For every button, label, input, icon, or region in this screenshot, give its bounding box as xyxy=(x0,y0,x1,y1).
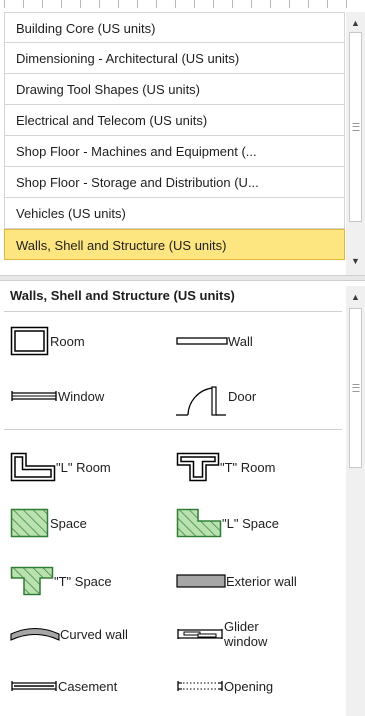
shape-label: Casement xyxy=(58,678,118,694)
shape-l-space[interactable]: "L" Space xyxy=(176,503,279,543)
stencil-item-electrical-telecom[interactable]: Electrical and Telecom (US units) xyxy=(4,105,345,136)
ruler-tick xyxy=(61,0,62,8)
wall-icon xyxy=(176,337,228,345)
horizontal-ruler xyxy=(0,0,365,12)
space-icon xyxy=(10,508,49,538)
casement-icon xyxy=(11,681,57,691)
shape-wall[interactable]: Wall xyxy=(176,321,253,361)
scroll-up-arrow-icon[interactable]: ▲ xyxy=(346,288,365,306)
l-space-icon xyxy=(176,508,222,538)
l-room-icon xyxy=(10,452,56,482)
shape-exterior-wall[interactable]: Exterior wall xyxy=(176,561,297,601)
shape-label: Room xyxy=(50,333,85,349)
shape-label: Glider window xyxy=(224,619,268,649)
stencil-item-walls-shell-structure[interactable]: Walls, Shell and Structure (US units) xyxy=(4,229,345,260)
shape-curved-wall[interactable]: Curved wall xyxy=(10,614,128,654)
shape-door[interactable]: Door xyxy=(172,371,256,421)
ruler-tick xyxy=(23,0,24,8)
door-icon xyxy=(176,386,226,416)
scrollbar-thumb[interactable] xyxy=(349,308,362,468)
shape-glider-window[interactable]: Glider window xyxy=(176,614,274,654)
ruler-tick xyxy=(4,0,5,8)
ruler-tick xyxy=(346,0,347,8)
stencil-item-shop-floor-machines[interactable]: Shop Floor - Machines and Equipment (... xyxy=(4,136,345,167)
stencil-item-shop-floor-storage[interactable]: Shop Floor - Storage and Distribution (U… xyxy=(4,167,345,198)
opening-icon xyxy=(177,681,223,691)
shape-l-room[interactable]: "L" Room xyxy=(10,447,111,487)
ruler-tick xyxy=(213,0,214,8)
ruler-tick xyxy=(289,0,290,8)
exterior-wall-icon xyxy=(176,574,226,588)
shape-opening[interactable]: Opening xyxy=(176,666,273,706)
shape-t-space[interactable]: "T" Space xyxy=(10,561,112,601)
scrollbar-thumb[interactable] xyxy=(349,32,362,222)
ruler-tick xyxy=(118,0,119,8)
shape-space[interactable]: Space xyxy=(10,503,87,543)
scroll-up-arrow-icon[interactable]: ▲ xyxy=(346,14,365,32)
t-space-icon xyxy=(10,566,54,596)
shape-label: "T" Space xyxy=(54,573,112,589)
stencil-item-dimensioning-architectural[interactable]: Dimensioning - Architectural (US units) xyxy=(4,43,345,74)
ruler-tick xyxy=(80,0,81,8)
grip-icon xyxy=(352,123,359,131)
shape-t-room[interactable]: "T" Room xyxy=(176,447,275,487)
ruler-tick xyxy=(42,0,43,8)
t-room-icon xyxy=(176,452,220,482)
ruler-tick xyxy=(251,0,252,8)
shape-label: "L" Space xyxy=(222,515,279,531)
shape-label: Window xyxy=(58,388,105,404)
shape-label: Door xyxy=(228,388,257,404)
stencil-list-scrollbar[interactable]: ▲ ▼ xyxy=(346,12,365,275)
shapes-panel: Walls, Shell and Structure (US units) Ro… xyxy=(0,281,346,716)
shape-label: Exterior wall xyxy=(226,573,297,589)
ruler-tick xyxy=(156,0,157,8)
ruler-tick xyxy=(99,0,100,8)
shape-window[interactable]: Window xyxy=(10,376,104,416)
grip-icon xyxy=(352,384,359,392)
window-icon xyxy=(11,391,57,401)
shape-label: Curved wall xyxy=(60,626,128,642)
shape-casement[interactable]: Casement xyxy=(10,666,117,706)
stencil-item-drawing-tool-shapes[interactable]: Drawing Tool Shapes (US units) xyxy=(4,74,345,105)
shape-room[interactable]: Room xyxy=(10,321,85,361)
shapes-panel-scrollbar[interactable]: ▲ xyxy=(346,286,365,716)
ruler-tick xyxy=(137,0,138,8)
stencil-list: Building Core (US units) Dimensioning - … xyxy=(4,12,345,260)
ruler-tick xyxy=(232,0,233,8)
shape-label: Opening xyxy=(224,678,274,694)
shape-label: "T" Room xyxy=(220,459,276,475)
ruler-tick xyxy=(327,0,328,8)
shape-label: Wall xyxy=(228,333,253,349)
stencil-item-building-core[interactable]: Building Core (US units) xyxy=(4,12,345,43)
stencil-item-vehicles[interactable]: Vehicles (US units) xyxy=(4,198,345,229)
ruler-tick xyxy=(308,0,309,8)
room-icon xyxy=(10,326,49,356)
scroll-down-arrow-icon[interactable]: ▼ xyxy=(346,252,365,270)
curved-wall-icon xyxy=(10,627,60,641)
shape-label: Space xyxy=(50,515,87,531)
shape-group-divider xyxy=(4,429,342,430)
shapes-panel-title: Walls, Shell and Structure (US units) xyxy=(10,288,235,303)
glider-window-icon xyxy=(177,629,223,639)
ruler-tick xyxy=(270,0,271,8)
title-divider xyxy=(4,311,342,312)
ruler-tick xyxy=(175,0,176,8)
ruler-tick xyxy=(194,0,195,8)
shape-label: "L" Room xyxy=(56,459,111,475)
